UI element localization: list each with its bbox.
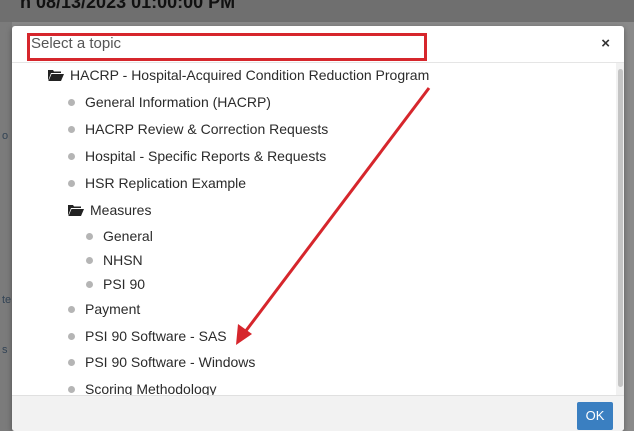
tree-item-label: PSI 90 Software - Windows [85, 354, 256, 370]
background-edge-text: o [2, 130, 9, 142]
tree-item[interactable]: Hospital - Specific Reports & Requests [68, 148, 326, 164]
bullet-icon [68, 98, 75, 106]
tree-item-label: PSI 90 Software - SAS [85, 328, 227, 344]
tree-item[interactable]: NHSN [86, 252, 143, 268]
ok-button[interactable]: OK [577, 402, 613, 430]
tree-node-label: Measures [90, 202, 152, 218]
bullet-icon [68, 358, 75, 366]
bullet-icon [86, 280, 93, 288]
bullet-icon [68, 305, 75, 313]
tree-item[interactable]: Payment [68, 301, 140, 317]
bullet-icon [68, 152, 75, 160]
tree-item[interactable]: HACRP Review & Correction Requests [68, 121, 328, 137]
scrollbar-thumb[interactable] [618, 69, 623, 387]
bullet-icon [68, 332, 75, 340]
folder-open-icon [68, 205, 84, 217]
background-edge-text: s [2, 344, 8, 356]
tree-item-label: NHSN [103, 252, 143, 268]
tree-item[interactable]: General Information (HACRP) [68, 94, 271, 110]
tree-item-label: General [103, 228, 153, 244]
bullet-icon [68, 179, 75, 187]
bullet-icon [86, 256, 93, 264]
tree-item-label: PSI 90 [103, 276, 146, 292]
tree-item[interactable]: PSI 90 Software - Windows [68, 354, 255, 370]
tree-item[interactable]: General [86, 228, 153, 244]
folder-open-icon [48, 70, 64, 82]
bullet-icon [68, 385, 75, 393]
tree-node-hacrp[interactable]: HACRP - Hospital-Acquired Condition Redu… [48, 67, 429, 83]
tree-node-label: HACRP - Hospital-Acquired Condition Redu… [70, 67, 430, 83]
bullet-icon [68, 125, 75, 133]
tree-node-measures[interactable]: Measures [68, 202, 151, 218]
close-icon[interactable]: × [601, 35, 610, 52]
tree-item-label: Hospital - Specific Reports & Requests [85, 148, 327, 164]
tree-item-label: HACRP Review & Correction Requests [85, 121, 329, 137]
tree-item[interactable]: PSI 90 Software - SAS [68, 328, 227, 344]
tree-item-label: HSR Replication Example [85, 175, 247, 191]
select-topic-dialog: Select a topic × HACRP - Hospital-Acquir… [12, 26, 624, 431]
background-title: n 08/13/2023 01:00:00 PM [20, 0, 236, 12]
dialog-footer: OK [12, 395, 624, 431]
bullet-icon [86, 232, 93, 240]
background-left-edge: o te s [0, 22, 12, 431]
tree-item[interactable]: PSI 90 [86, 276, 145, 292]
annotation-highlight-box [27, 33, 427, 61]
tree-item-label: General Information (HACRP) [85, 94, 271, 110]
tree-item[interactable]: HSR Replication Example [68, 175, 246, 191]
tree-item-label: Payment [85, 301, 141, 317]
background-edge-text: te [2, 294, 12, 306]
